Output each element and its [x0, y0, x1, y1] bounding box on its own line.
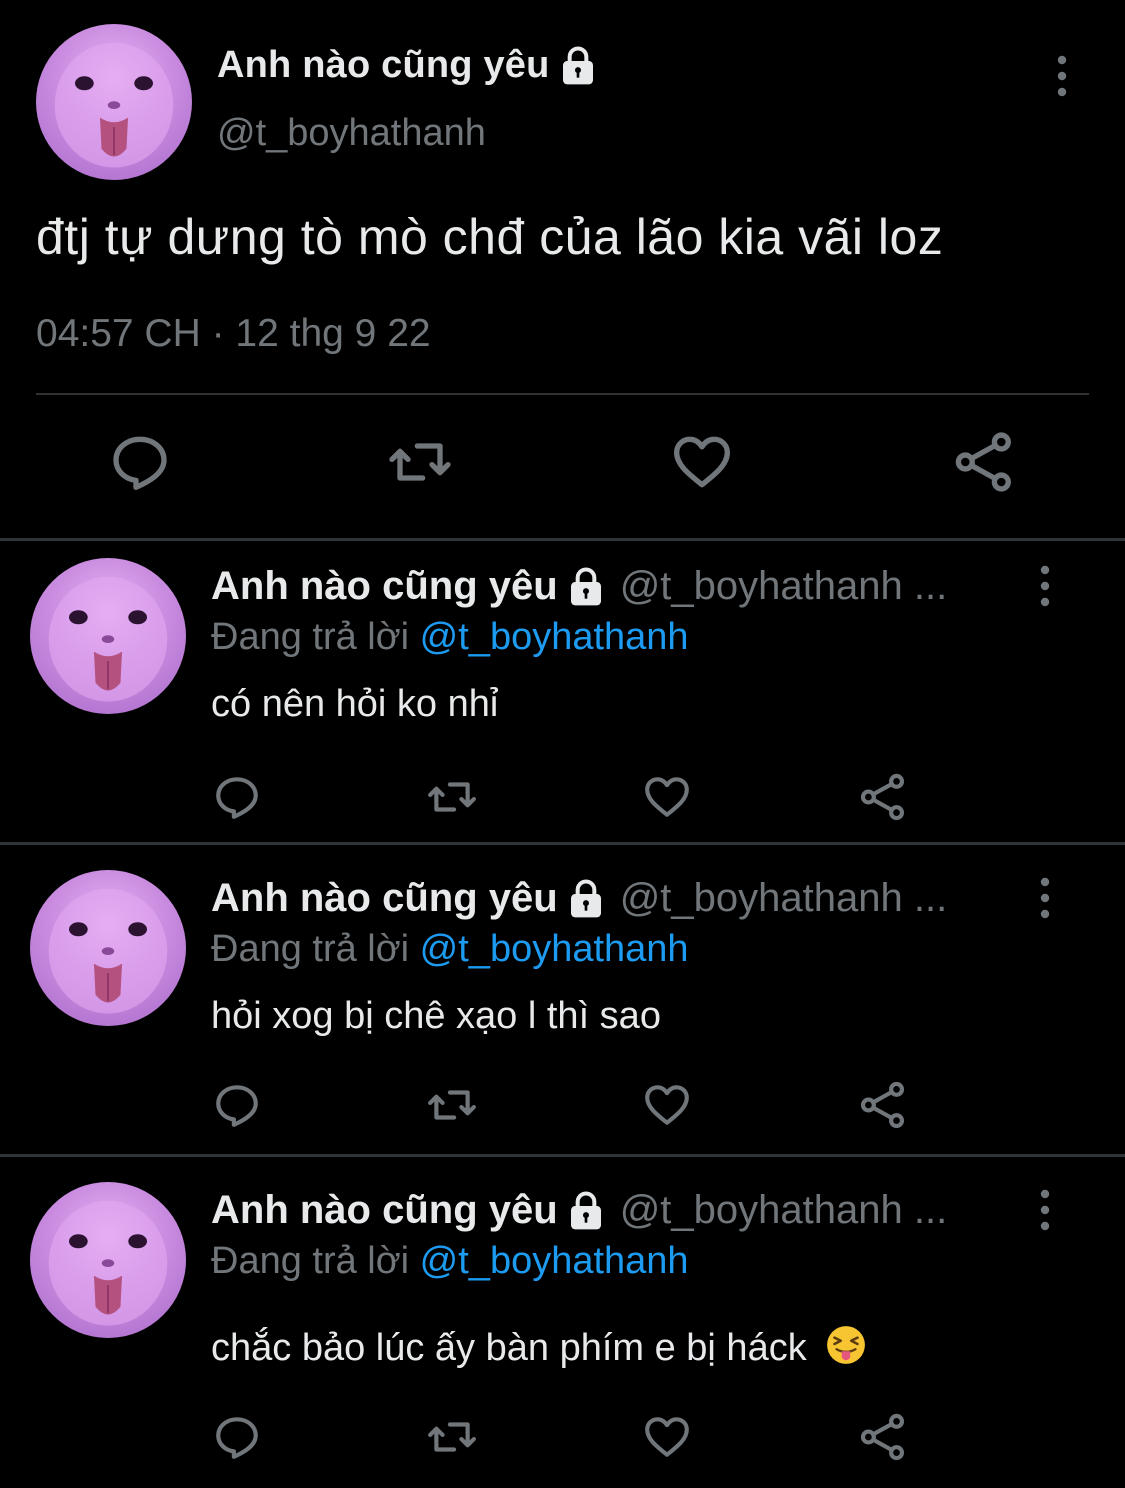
reply-header: Anh nào cũng yêu @t_boyhathanh ...	[211, 1188, 1011, 1233]
share-icon[interactable]	[858, 1080, 908, 1130]
heart-icon[interactable]	[670, 430, 734, 494]
display-name-text: Anh nào cũng yêu	[217, 44, 550, 86]
reply-tweet[interactable]: Anh nào cũng yêu @t_boyhathanh ... Đang …	[0, 1164, 1125, 1464]
cat-avatar-image	[48, 888, 168, 1014]
display-name[interactable]: Anh nào cũng yêu	[217, 44, 598, 87]
more-vertical-icon[interactable]	[1033, 876, 1057, 920]
retweet-icon[interactable]	[427, 772, 477, 822]
tweet-text: đtj tự dưng tò mò chđ của lão kia vãi lo…	[36, 209, 944, 265]
handle[interactable]: @t_boyhathanh	[217, 112, 486, 155]
lock-icon	[570, 879, 601, 917]
tweet-action-bar	[0, 772, 1125, 828]
share-icon[interactable]	[858, 1412, 908, 1462]
avatar[interactable]	[30, 1182, 186, 1338]
divider	[0, 1154, 1125, 1157]
share-icon[interactable]	[952, 430, 1016, 494]
cat-avatar-image	[48, 1200, 168, 1326]
handle[interactable]: @t_boyhathanh ...	[620, 876, 948, 921]
handle[interactable]: @t_boyhathanh ...	[620, 564, 948, 609]
tweet-timestamp: 04:57 CH · 12 thg 9 22	[36, 312, 431, 355]
more-vertical-icon[interactable]	[1050, 54, 1074, 98]
reply-icon[interactable]	[212, 772, 262, 822]
cat-avatar-image	[54, 42, 174, 168]
tweet-action-bar	[0, 1080, 1125, 1136]
tweet-text-content: chắc bảo lúc ấy bàn phím e bị háck	[211, 1327, 807, 1369]
replying-label: Đang trả lời	[211, 1240, 410, 1282]
mention-link[interactable]: @t_boyhathanh	[420, 616, 689, 658]
divider	[36, 393, 1089, 395]
tweet-thread-screen: Anh nào cũng yêu @t_boyhathanh đtj tự dư…	[0, 0, 1125, 1488]
more-vertical-icon[interactable]	[1033, 564, 1057, 608]
tweet-text: có nên hỏi ko nhỉ	[211, 683, 499, 725]
replying-label: Đang trả lời	[211, 616, 410, 658]
avatar[interactable]	[30, 870, 186, 1026]
reply-tweet[interactable]: Anh nào cũng yêu @t_boyhathanh ... Đang …	[0, 852, 1125, 1152]
divider	[0, 842, 1125, 845]
reply-icon[interactable]	[212, 1080, 262, 1130]
display-name[interactable]: Anh nào cũng yêu	[211, 564, 558, 609]
retweet-icon[interactable]	[388, 430, 452, 494]
reply-icon[interactable]	[108, 430, 172, 494]
share-icon[interactable]	[858, 772, 908, 822]
mention-link[interactable]: @t_boyhathanh	[420, 1240, 689, 1282]
reply-icon[interactable]	[212, 1412, 262, 1462]
reply-header: Anh nào cũng yêu @t_boyhathanh ...	[211, 564, 1011, 609]
reply-tweet[interactable]: Anh nào cũng yêu @t_boyhathanh ... Đang …	[0, 540, 1125, 840]
handle[interactable]: @t_boyhathanh ...	[620, 1188, 948, 1233]
avatar[interactable]	[36, 24, 192, 180]
replying-to: Đang trả lời @t_boyhathanh	[211, 616, 689, 659]
mention-link[interactable]: @t_boyhathanh	[420, 928, 689, 970]
cat-avatar-image	[48, 576, 168, 702]
tweet-text: chắc bảo lúc ấy bàn phím e bị háck	[211, 1324, 867, 1370]
lock-icon	[562, 46, 593, 84]
retweet-icon[interactable]	[427, 1412, 477, 1462]
heart-icon[interactable]	[642, 772, 692, 822]
more-vertical-icon[interactable]	[1033, 1188, 1057, 1232]
display-name[interactable]: Anh nào cũng yêu	[211, 1188, 558, 1233]
avatar[interactable]	[30, 558, 186, 714]
tweet-action-bar	[0, 1412, 1125, 1468]
retweet-icon[interactable]	[427, 1080, 477, 1130]
replying-to: Đang trả lời @t_boyhathanh	[211, 1240, 689, 1283]
replying-label: Đang trả lời	[211, 928, 410, 970]
reply-header: Anh nào cũng yêu @t_boyhathanh ...	[211, 876, 1011, 921]
display-name[interactable]: Anh nào cũng yêu	[211, 876, 558, 921]
replying-to: Đang trả lời @t_boyhathanh	[211, 928, 689, 971]
heart-icon[interactable]	[642, 1080, 692, 1130]
squinting-face-with-tongue-emoji	[827, 1326, 866, 1364]
tweet-action-bar	[0, 430, 1125, 502]
lock-icon	[570, 1191, 601, 1229]
lock-icon	[570, 567, 601, 605]
tweet-text: hỏi xog bị chê xạo l thì sao	[211, 995, 661, 1037]
heart-icon[interactable]	[642, 1412, 692, 1462]
